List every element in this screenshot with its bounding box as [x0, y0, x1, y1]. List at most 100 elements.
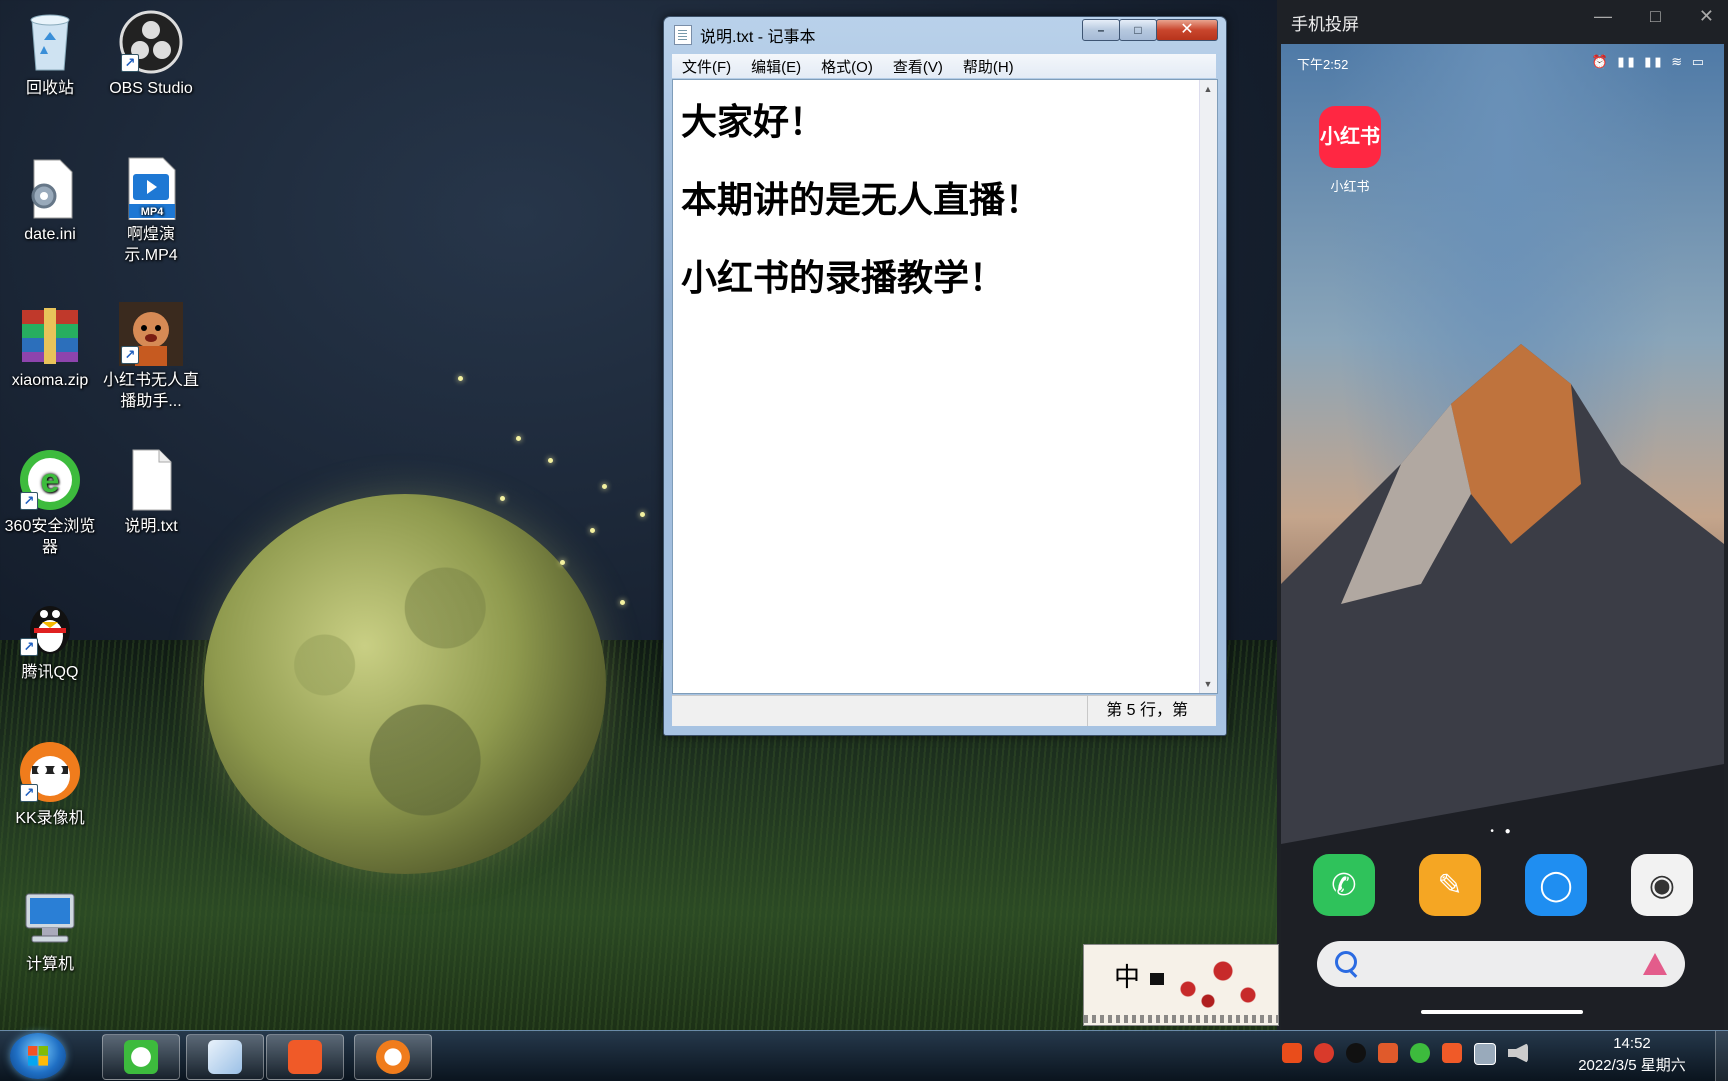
desktop-icon-label: 小红书无人直播助手... [102, 372, 199, 410]
camera-icon[interactable]: ◉ [1631, 854, 1693, 916]
phone-screen[interactable]: 下午2:52 ⏰ ▮▮ ▮▮ ≋ ▭ 小红书 小红书 • ● ✆ ✎ ◯ ◉ [1281, 44, 1724, 1030]
taskbar-clock[interactable]: 14:52 2022/3/5 星期六 [1562, 1033, 1702, 1077]
taskbar-360-browser[interactable] [102, 1034, 180, 1080]
notes-icon[interactable]: ✎ [1419, 854, 1481, 916]
speaker-muted-icon[interactable] [1378, 1043, 1398, 1063]
notepad-text-area[interactable]: 大家好！ 本期讲的是无人直播！ 小红书的录播教学！ ▲ ▼ [672, 79, 1218, 694]
desktop-icon-360-browser[interactable]: e ↗ 360安全浏览器 [0, 448, 100, 558]
desktop-icon-txt[interactable]: 说明.txt [101, 448, 201, 537]
text-line: 大家好！ [681, 102, 826, 143]
wallpaper-mountain [1281, 344, 1724, 1030]
mp4-file-icon: MP4 [119, 156, 183, 221]
phone-search-bar[interactable] [1317, 941, 1685, 987]
player-icon[interactable] [1442, 1043, 1462, 1063]
sparkle [602, 484, 607, 489]
text-line: 本期讲的是无人直播！ [681, 180, 1042, 221]
minimize-button[interactable]: – [1082, 19, 1120, 41]
start-button[interactable] [10, 1033, 66, 1079]
phone-clock: 下午2:52 [1297, 57, 1349, 72]
maximize-button[interactable]: □ [1119, 19, 1157, 41]
menu-format[interactable]: 格式(O) [811, 56, 883, 77]
sparkle [458, 376, 463, 381]
app-xiaohongshu[interactable]: 小红书 小红书 [1315, 106, 1385, 195]
desktop-icon-xhs-assistant[interactable]: ↗ 小红书无人直播助手... [101, 302, 201, 412]
notepad-content: 大家好！ 本期讲的是无人直播！ 小红书的录播教学！ [681, 84, 1041, 318]
window-controls: – □ ✕ [1082, 19, 1218, 41]
phone-status-bar: 下午2:52 ⏰ ▮▮ ▮▮ ≋ ▭ [1297, 54, 1707, 74]
phone-mirror-title: 手机投屏 [1291, 15, 1359, 34]
shortcut-arrow-icon: ↗ [20, 492, 38, 510]
desktop-icon-label: 啊煌演示.MP4 [124, 226, 178, 264]
taskbar-media-player[interactable] [266, 1034, 344, 1080]
network-icon[interactable] [1474, 1043, 1496, 1065]
desktop-icon-obs[interactable]: ↗ OBS Studio [101, 10, 201, 99]
ime-mode[interactable]: 中 [1114, 957, 1140, 994]
ime-border-pattern [1084, 1015, 1278, 1023]
taskbar-notepad[interactable] [186, 1034, 264, 1080]
qq-penguin-icon[interactable] [1346, 1043, 1366, 1063]
desktop-icon-label: 回收站 [25, 80, 74, 97]
obs-icon: ↗ [119, 10, 183, 74]
taskbar-kk-recorder[interactable] [354, 1034, 432, 1080]
player-icon [288, 1040, 322, 1074]
security-icon[interactable] [1314, 1043, 1334, 1063]
zip-archive-icon [18, 302, 82, 366]
phone-icon[interactable]: ✆ [1313, 854, 1375, 916]
scroll-down-icon[interactable]: ▼ [1203, 679, 1213, 689]
windows-logo-icon [28, 1046, 48, 1066]
text-file-icon [119, 448, 183, 512]
notepad-title: 说明.txt - 记事本 [700, 29, 816, 46]
notepad-window[interactable]: 说明.txt - 记事本 – □ ✕ 文件(F) 编辑(E) 格式(O) 查看(… [663, 16, 1227, 736]
page-indicator: • ● [1490, 826, 1515, 837]
desktop-icon-computer[interactable]: 计算机 [0, 886, 100, 975]
shortcut-arrow-icon: ↗ [20, 638, 38, 656]
home-indicator[interactable] [1421, 1010, 1583, 1014]
scroll-up-icon[interactable]: ▲ [1203, 84, 1213, 94]
cursor-position: 第 5 行，第 [1087, 696, 1188, 726]
desktop-icon-recycle-bin[interactable]: 回收站 [0, 10, 100, 99]
kk-recorder-icon [376, 1040, 410, 1074]
360-browser-icon[interactable] [1410, 1043, 1430, 1063]
minimize-button[interactable]: — [1594, 6, 1612, 27]
volume-icon[interactable] [1508, 1043, 1528, 1063]
notepad-titlebar[interactable]: 说明.txt - 记事本 [674, 23, 816, 47]
close-button[interactable]: ✕ [1699, 6, 1714, 27]
menu-edit[interactable]: 编辑(E) [741, 56, 811, 77]
signal-wifi-battery-icon: ⏰ ▮▮ ▮▮ ≋ ▭ [1591, 54, 1707, 69]
notepad-icon [208, 1040, 242, 1074]
skin-icon[interactable] [1150, 973, 1164, 985]
maximize-button[interactable]: □ [1650, 6, 1661, 27]
svg-text:MP4: MP4 [141, 206, 165, 218]
sparkle [516, 436, 521, 441]
sogou-icon[interactable] [1282, 1043, 1302, 1063]
ime-status-bar[interactable]: 中 [1083, 944, 1279, 1026]
desktop-icon-date-ini[interactable]: date.ini [0, 156, 100, 245]
shortcut-arrow-icon: ↗ [121, 54, 139, 72]
menu-file[interactable]: 文件(F) [672, 56, 741, 77]
desktop-icon-qq[interactable]: ↗ 腾讯QQ [0, 594, 100, 683]
text-line: 小红书的录播教学！ [681, 258, 1006, 299]
system-tray [1282, 1043, 1528, 1065]
desktop-icon-label: xiaoma.zip [11, 372, 89, 389]
window-controls: — □ ✕ [1594, 6, 1714, 27]
desktop-icon-label: KK录像机 [15, 810, 85, 827]
close-button[interactable]: ✕ [1156, 19, 1218, 41]
recycle-bin-icon [18, 10, 82, 74]
taskbar: 14:52 2022/3/5 星期六 [0, 1030, 1728, 1081]
show-desktop-button[interactable] [1715, 1031, 1728, 1081]
config-file-icon [18, 156, 82, 220]
phone-mirror-window[interactable]: 手机投屏 — □ ✕ 下午2:52 ⏰ ▮▮ ▮▮ ≋ ▭ 小红书 小红书 • … [1277, 0, 1728, 1030]
sparkle [548, 458, 553, 463]
desktop-icon-kk-recorder[interactable]: ↗ KK录像机 [0, 740, 100, 829]
kk-recorder-icon: ↗ [18, 740, 82, 804]
vertical-scrollbar[interactable]: ▲ ▼ [1199, 80, 1217, 693]
menu-view[interactable]: 查看(V) [883, 56, 953, 77]
menu-help[interactable]: 帮助(H) [953, 56, 1024, 77]
desktop-icon-mp4[interactable]: MP4 啊煌演示.MP4 [101, 156, 201, 266]
desktop-icon-zip[interactable]: xiaoma.zip [0, 302, 100, 391]
messages-icon[interactable]: ◯ [1525, 854, 1587, 916]
notepad-statusbar: 第 5 行，第 [672, 695, 1216, 726]
notepad-icon [674, 25, 692, 45]
clock-date: 2022/3/5 星期六 [1578, 1057, 1686, 1074]
assistant-icon [1643, 953, 1667, 975]
